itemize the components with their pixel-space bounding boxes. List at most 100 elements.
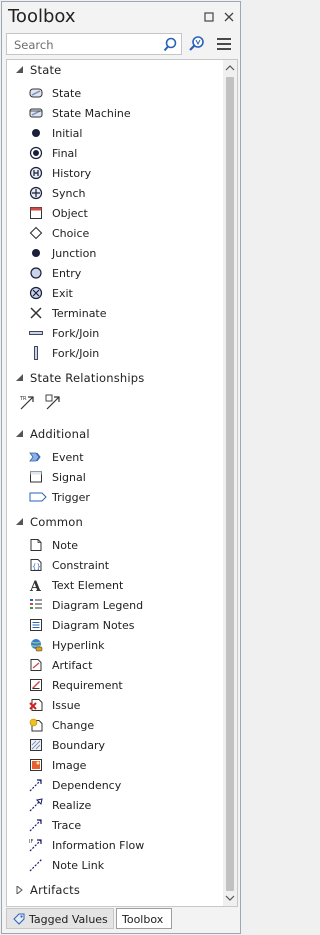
object-icon <box>30 207 42 219</box>
toolbox-item-note[interactable]: Note <box>7 535 221 555</box>
toolbox-item-choice[interactable]: Choice <box>7 223 221 243</box>
note-icon <box>30 539 42 551</box>
toolbox-item-diagram-legend[interactable]: Diagram Legend <box>7 595 221 615</box>
item-label: Dependency <box>52 779 122 792</box>
toolbox-item-fork-join-horizontal[interactable]: Fork/Join <box>7 323 221 343</box>
transition-icon[interactable]: TR <box>19 394 37 410</box>
section-label: Additional <box>30 427 90 441</box>
toolbox-item-history[interactable]: History <box>7 163 221 183</box>
toolbox-item-dependency[interactable]: Dependency <box>7 775 221 795</box>
menu-icon[interactable] <box>214 34 234 54</box>
item-label: Issue <box>52 699 81 712</box>
toolbox-item-boundary[interactable]: Boundary <box>7 735 221 755</box>
item-label: Terminate <box>52 307 107 320</box>
item-label: Hyperlink <box>52 639 105 652</box>
self-transition-icon[interactable] <box>45 394 63 410</box>
toolbox-item-trigger[interactable]: Trigger <box>7 487 221 507</box>
search-icon[interactable] <box>163 37 177 52</box>
section-state[interactable]: State <box>7 60 221 80</box>
toolbox-item-state-machine[interactable]: State Machine <box>7 103 221 123</box>
scroll-up-icon[interactable] <box>225 63 235 73</box>
expanded-arrow-icon <box>16 66 23 73</box>
section-label: State <box>30 63 62 77</box>
toolbox-item-issue[interactable]: Issue <box>7 695 221 715</box>
section-common[interactable]: Common <box>7 512 221 532</box>
toolbox-item-change[interactable]: Change <box>7 715 221 735</box>
toolbox-item-exit[interactable]: Exit <box>7 283 221 303</box>
event-icon <box>29 452 41 462</box>
fork-join-horizontal-icon <box>29 331 43 335</box>
toolbox-item-text-element[interactable]: A Text Element <box>7 575 221 595</box>
requirement-icon <box>30 679 42 691</box>
realize-icon <box>29 798 43 812</box>
toolbox-item-constraint[interactable]: {} Constraint <box>7 555 221 575</box>
toolbox-item-fork-join-vertical[interactable]: Fork/Join <box>7 343 221 363</box>
item-label: Choice <box>52 227 90 240</box>
boundary-icon <box>30 739 42 751</box>
section-artifacts[interactable]: Artifacts <box>7 880 221 900</box>
toolbox-item-state[interactable]: State <box>7 83 221 103</box>
item-label: Text Element <box>52 579 124 592</box>
item-label: Trace <box>52 819 82 832</box>
toolbox-item-signal[interactable]: Signal <box>7 467 221 487</box>
section-additional[interactable]: Additional <box>7 424 221 444</box>
synch-icon <box>29 186 43 200</box>
item-label: Information Flow <box>52 839 145 852</box>
entry-icon <box>30 267 42 279</box>
collapsed-arrow-icon <box>16 886 23 894</box>
image-icon <box>30 759 42 771</box>
find-in-toolbox-icon[interactable] <box>186 34 206 54</box>
toolbox-item-image[interactable]: Image <box>7 755 221 775</box>
svg-text:{}: {} <box>32 563 41 571</box>
toolbox-item-information-flow[interactable]: IF Information Flow <box>7 835 221 855</box>
item-label: Diagram Legend <box>52 599 144 612</box>
issue-icon <box>29 699 43 711</box>
close-icon[interactable] <box>223 11 235 23</box>
svg-text:A: A <box>29 579 42 592</box>
fork-join-vertical-icon <box>34 346 38 360</box>
item-label: Initial <box>52 127 83 140</box>
section-label: State Relationships <box>30 371 145 385</box>
toolbox-item-initial[interactable]: Initial <box>7 123 221 143</box>
item-label: History <box>52 167 92 180</box>
toolbox-item-terminate[interactable]: Terminate <box>7 303 221 323</box>
toolbox-item-junction[interactable]: Junction <box>7 243 221 263</box>
toolbox-item-artifact[interactable]: Artifact <box>7 655 221 675</box>
tab-tagged-values[interactable]: Tagged Values <box>6 908 114 929</box>
final-icon <box>29 146 43 160</box>
trigger-icon <box>29 492 47 502</box>
exit-icon <box>29 286 43 300</box>
vertical-scrollbar[interactable] <box>223 60 237 906</box>
item-label: Realize <box>52 799 92 812</box>
toolbox-item-note-link[interactable]: Note Link <box>7 855 221 875</box>
item-label: Final <box>52 147 78 160</box>
toolbox-item-diagram-notes[interactable]: Diagram Notes <box>7 615 221 635</box>
toolbox-item-requirement[interactable]: Requirement <box>7 675 221 695</box>
item-label: Entry <box>52 267 82 280</box>
toolbox-item-realize[interactable]: Realize <box>7 795 221 815</box>
item-label: Note <box>52 539 79 552</box>
item-label: Artifact <box>52 659 93 672</box>
note-link-icon <box>29 858 43 872</box>
state-icon <box>29 88 43 98</box>
item-label: Synch <box>52 187 86 200</box>
section-state-relationships[interactable]: State Relationships <box>7 368 221 388</box>
restore-icon[interactable] <box>203 11 215 23</box>
toolbox-item-object[interactable]: Object <box>7 203 221 223</box>
toolbox-item-synch[interactable]: Synch <box>7 183 221 203</box>
information-flow-icon: IF <box>29 839 42 852</box>
search-input[interactable]: Search <box>6 33 182 55</box>
toolbox-item-hyperlink[interactable]: Hyperlink <box>7 635 221 655</box>
toolbox-item-final[interactable]: Final <box>7 143 221 163</box>
tab-toolbox[interactable]: Toolbox <box>116 908 172 929</box>
item-label: State <box>52 87 82 100</box>
toolbox-item-trace[interactable]: Trace <box>7 815 221 835</box>
toolbox-item-event[interactable]: Event <box>7 447 221 467</box>
scrollbar-thumb[interactable] <box>226 77 234 891</box>
toolbox-item-entry[interactable]: Entry <box>7 263 221 283</box>
item-label: Fork/Join <box>52 347 100 360</box>
svg-text:IF: IF <box>29 839 33 845</box>
scroll-down-icon[interactable] <box>225 893 235 903</box>
svg-text:TR: TR <box>19 396 27 402</box>
window-title: Toolbox <box>8 6 76 27</box>
